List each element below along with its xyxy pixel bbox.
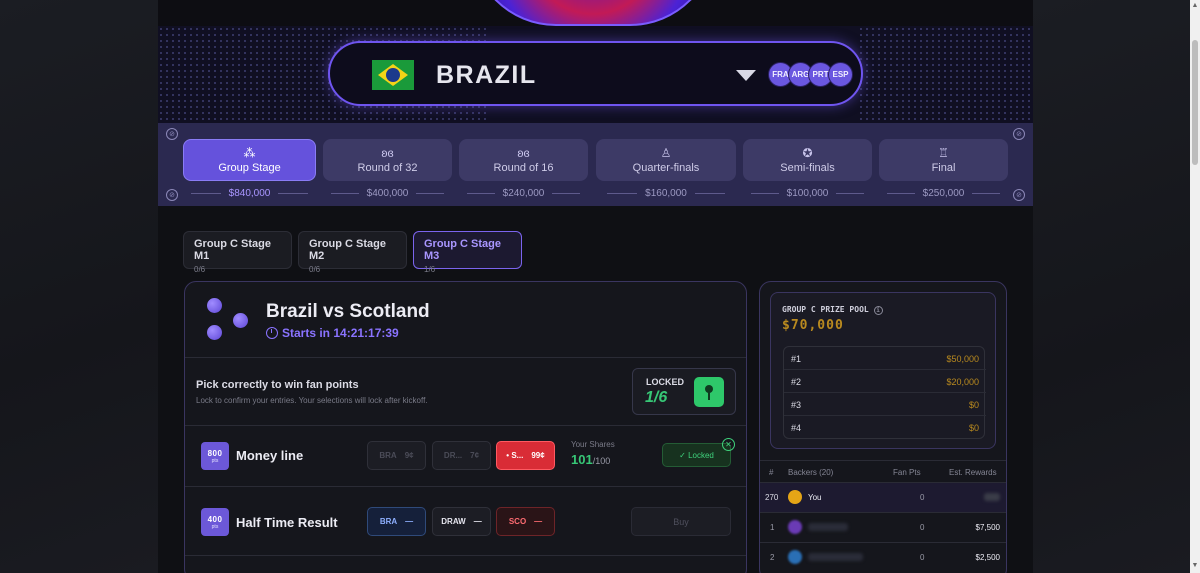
locked-count-box: LOCKED 1/6 bbox=[632, 368, 736, 415]
team-selector[interactable]: BRAZIL FRA ARG PRT ESP bbox=[328, 41, 863, 106]
scroll-down-icon[interactable]: ▼ bbox=[1191, 562, 1199, 569]
match-tab-m3[interactable]: Group C Stage M3 1/6 bbox=[413, 231, 522, 274]
avatar bbox=[788, 550, 802, 564]
locked-button[interactable]: ✓ Locked bbox=[662, 443, 731, 467]
tab-semi-finals[interactable]: ✪ Semi-finals bbox=[743, 139, 872, 181]
points-badge: 400 pts bbox=[201, 508, 229, 536]
team-header: BRAZIL FRA ARG PRT ESP bbox=[158, 0, 1033, 123]
laurel-icon: ʚɞ bbox=[381, 145, 394, 160]
market-row-half-time: 400 pts Half Time Result BRA — DRAW — SCO — … bbox=[185, 488, 746, 556]
pixel-pattern-right bbox=[858, 26, 1033, 123]
team-avatar[interactable]: ESP bbox=[828, 62, 853, 87]
option-scotland[interactable]: SCO — bbox=[496, 507, 555, 536]
match-header: Brazil vs Scotland Starts in 14:21:17:39 bbox=[185, 282, 746, 358]
points-badge: 800 pts bbox=[201, 442, 229, 470]
match-tab-m2[interactable]: Group C Stage M2 0/6 bbox=[298, 231, 407, 274]
backer-row-you: 270 You 0 bbox=[760, 482, 1006, 512]
tab-quarter-finals[interactable]: ♙ Quarter-finals bbox=[596, 139, 736, 181]
option-bra[interactable]: BRA — bbox=[367, 507, 426, 536]
match-tab-m1[interactable]: Group C Stage M1 0/6 bbox=[183, 231, 292, 274]
stage-prize: $100,000 bbox=[743, 186, 872, 200]
background-left bbox=[0, 0, 158, 573]
stage-prize: $400,000 bbox=[323, 186, 452, 200]
stage-prize: $160,000 bbox=[596, 186, 736, 200]
tab-final[interactable]: ♖ Final bbox=[879, 139, 1008, 181]
background-right bbox=[1033, 0, 1190, 573]
rank-list: #1 $50,000 #2 $20,000 #3 $0 #4 $0 bbox=[783, 346, 986, 439]
main-container: BRAZIL FRA ARG PRT ESP ⊘ ⊘ ⊘ ⊘ ⁂ Group S… bbox=[158, 0, 1033, 573]
brazil-flag-icon bbox=[372, 60, 414, 90]
pick-title: Pick correctly to win fan points bbox=[196, 379, 359, 391]
rank-row: #2 $20,000 bbox=[784, 370, 986, 393]
match-countdown: Starts in 14:21:17:39 bbox=[266, 326, 399, 340]
stage-prize: $240,000 bbox=[459, 186, 588, 200]
backer-row: 2 0 $2,500 bbox=[760, 542, 1006, 572]
tab-round-of-32[interactable]: ʚɞ Round of 32 bbox=[323, 139, 452, 181]
prize-pool-card: GROUP C PRIZE POOL i $70,000 #1 $50,000 #… bbox=[770, 292, 996, 449]
option-scotland[interactable]: • S... 99¢ bbox=[496, 441, 555, 470]
team-name: BRAZIL bbox=[436, 61, 537, 89]
info-icon: i bbox=[873, 306, 883, 315]
trophy-icon: ♙ bbox=[660, 145, 672, 160]
match-title: Brazil vs Scotland bbox=[266, 301, 430, 322]
rank-row: #1 $50,000 bbox=[784, 347, 986, 370]
close-icon[interactable]: ✕ bbox=[722, 438, 735, 451]
corner-bolt-icon: ⊘ bbox=[1013, 189, 1025, 201]
backers-header: # Backers (20) Fan Pts Est. Rewards bbox=[760, 460, 1006, 482]
tab-round-of-16[interactable]: ʚɞ Round of 16 bbox=[459, 139, 588, 181]
lock-icon bbox=[694, 377, 724, 407]
chevron-down-icon[interactable] bbox=[736, 70, 756, 81]
match-card: Brazil vs Scotland Starts in 14:21:17:39… bbox=[184, 281, 747, 573]
match-balls-icon bbox=[203, 298, 249, 344]
medal-icon: ✪ bbox=[802, 145, 813, 160]
pick-section: Pick correctly to win fan points Lock to… bbox=[185, 359, 746, 426]
backer-row: 1 0 $7,500 bbox=[760, 512, 1006, 542]
rank-row: #4 $0 bbox=[791, 423, 979, 433]
scrollbar[interactable]: ▲ ▼ bbox=[1190, 0, 1200, 573]
buy-button[interactable]: Buy bbox=[631, 507, 731, 536]
prize-pool-label: GROUP C PRIZE POOL i bbox=[782, 305, 883, 315]
prize-panel: GROUP C PRIZE POOL i $70,000 #1 $50,000 #… bbox=[759, 281, 1007, 573]
pick-subtitle: Lock to confirm your entries. Your selec… bbox=[196, 396, 428, 405]
scroll-up-icon[interactable]: ▲ bbox=[1191, 2, 1199, 9]
trophy-icon: ♖ bbox=[938, 145, 949, 160]
scrollbar-thumb[interactable] bbox=[1192, 40, 1198, 165]
market-row-money-line: 800 pts Money line BRA 9¢ DR... 7¢ • S... 99… bbox=[185, 427, 746, 487]
market-title: Money line bbox=[236, 448, 304, 463]
market-title: Half Time Result bbox=[236, 515, 338, 530]
avatar bbox=[788, 520, 802, 534]
corner-bolt-icon: ⊘ bbox=[166, 189, 178, 201]
option-draw[interactable]: DR... 7¢ bbox=[432, 441, 491, 470]
option-bra[interactable]: BRA 9¢ bbox=[367, 441, 426, 470]
clock-icon bbox=[266, 327, 278, 339]
corner-bolt-icon: ⊘ bbox=[166, 128, 178, 140]
laurel-icon: ʚɞ bbox=[517, 145, 530, 160]
prize-pool-value: $70,000 bbox=[782, 318, 844, 333]
avatar bbox=[788, 490, 802, 504]
rank-row: #3 $0 bbox=[784, 393, 986, 416]
tab-group-stage[interactable]: ⁂ Group Stage bbox=[183, 139, 316, 181]
option-draw[interactable]: DRAW — bbox=[432, 507, 491, 536]
stage-prize: $250,000 bbox=[879, 186, 1008, 200]
group-icon: ⁂ bbox=[243, 145, 256, 160]
your-shares: Your Shares 101/100 bbox=[571, 440, 615, 467]
stage-prize: $840,000 bbox=[183, 186, 316, 200]
corner-bolt-icon: ⊘ bbox=[1013, 128, 1025, 140]
stage-tabs: ⊘ ⊘ ⊘ ⊘ ⁂ Group Stage ʚɞ Round of 32 ʚɞ … bbox=[158, 123, 1033, 206]
